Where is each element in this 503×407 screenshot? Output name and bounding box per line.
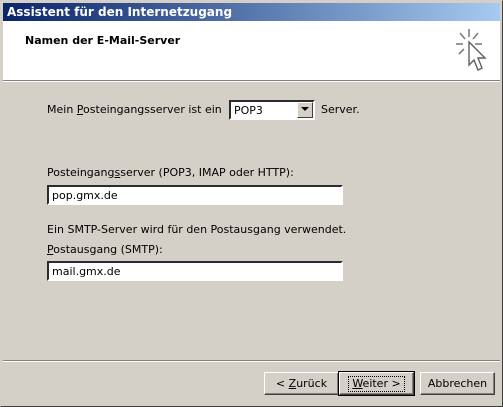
next-button[interactable]: Weiter >: [338, 371, 415, 396]
window-title: Assistent für den Internetzugang: [7, 5, 233, 19]
incoming-server-label-b: server (POP3, IMAP oder HTTP):: [120, 166, 294, 179]
outgoing-server-label: Postausgang (SMTP):: [47, 243, 163, 256]
wizard-sparkle-cursor-icon: [456, 29, 487, 71]
back-button-prefix: <: [275, 376, 289, 390]
outgoing-server-input[interactable]: mail.gmx.de: [47, 261, 343, 281]
title-bar[interactable]: Assistent für den Internetzugang: [3, 3, 500, 21]
chevron-down-icon: [301, 107, 309, 111]
next-button-focus: Weiter >: [348, 375, 405, 392]
page-title: Namen der E-Mail-Server: [25, 34, 181, 47]
next-button-rest: eiter >: [362, 376, 401, 390]
incoming-server-type-select[interactable]: POP3: [229, 100, 315, 120]
wizard-header: Namen der E-Mail-Server: [3, 21, 500, 81]
wizard-window: Assistent für den Internetzugang Namen d…: [0, 0, 503, 407]
incoming-type-suffix: Server.: [321, 103, 360, 116]
incoming-server-input[interactable]: pop.gmx.de: [47, 185, 343, 205]
incoming-type-label-prefix: Mein: [47, 103, 77, 116]
outgoing-server-value: mail.gmx.de: [52, 265, 121, 278]
incoming-type-label-rest: osteingangsserver ist ein: [83, 103, 222, 116]
incoming-type-label: Mein Posteingangsserver ist ein: [47, 103, 222, 116]
incoming-server-type-value: POP3: [234, 104, 263, 117]
back-button-rest: urück: [296, 376, 328, 390]
dropdown-button[interactable]: [297, 102, 313, 118]
incoming-server-label: Posteingangsserver (POP3, IMAP oder HTTP…: [47, 166, 294, 179]
incoming-server-value: pop.gmx.de: [52, 189, 118, 202]
next-button-accesskey: W: [352, 376, 363, 390]
cancel-button[interactable]: Abbrechen: [420, 372, 495, 395]
bottom-divider: [3, 360, 500, 362]
back-button[interactable]: < Zurück: [264, 372, 339, 395]
incoming-server-label-a: Posteingang: [47, 166, 115, 179]
smtp-note: Ein SMTP-Server wird für den Postausgang…: [47, 223, 347, 236]
outgoing-server-label-rest: ostausgang (SMTP):: [53, 243, 163, 256]
header-divider: [3, 81, 500, 82]
